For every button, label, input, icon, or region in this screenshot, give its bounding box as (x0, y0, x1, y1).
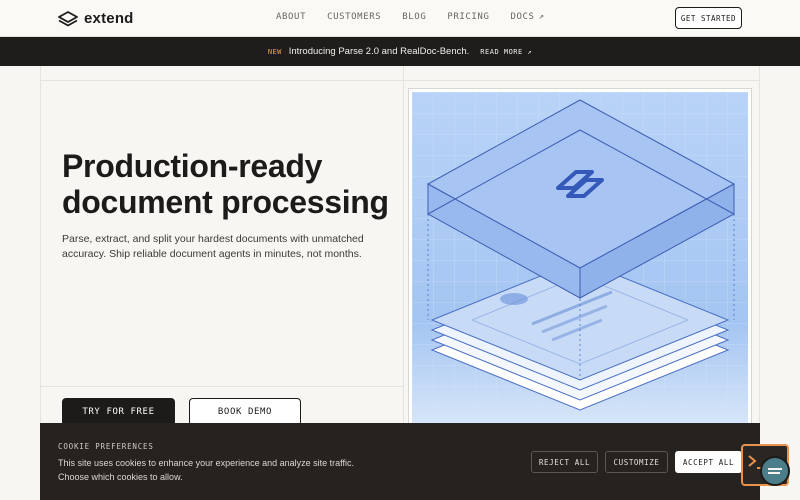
hero-title: Production-ready document processing (62, 148, 402, 220)
cookie-title: COOKIE PREFERENCES (58, 442, 154, 451)
announcement-message: Introducing Parse 2.0 and RealDoc-Bench. (288, 46, 470, 57)
site-header: extend ABOUT CUSTOMERS BLOG PRICING DOCS… (0, 0, 800, 37)
logo-layers-icon (58, 10, 78, 26)
nav-item-blog[interactable]: BLOG (402, 12, 426, 22)
main-nav: ABOUT CUSTOMERS BLOG PRICING DOCS ↗ (276, 12, 566, 22)
cookie-banner: COOKIE PREFERENCES This site uses cookie… (40, 423, 760, 500)
frame-line-bottom (40, 386, 403, 387)
reject-all-button[interactable]: REJECT ALL (531, 451, 598, 473)
frame-line-right (759, 66, 760, 426)
avatar-glyph (768, 468, 782, 474)
book-demo-button[interactable]: BOOK DEMO (189, 398, 301, 426)
nav-item-docs-label: DOCS (510, 12, 535, 22)
nav-item-customers[interactable]: CUSTOMERS (327, 12, 381, 22)
frame-line-center (403, 66, 404, 426)
brand-name: extend (84, 10, 134, 27)
frame-line-top (40, 80, 760, 81)
announcement-bar: NEW Introducing Parse 2.0 and RealDoc-Be… (0, 37, 800, 66)
read-more-link[interactable]: READ MORE ↗ (480, 48, 532, 56)
nav-item-about[interactable]: ABOUT (276, 12, 306, 22)
chat-avatar-icon[interactable] (760, 456, 790, 486)
frame-line-left (40, 66, 41, 426)
nav-item-pricing[interactable]: PRICING (447, 12, 489, 22)
try-for-free-button[interactable]: TRY FOR FREE (62, 398, 175, 426)
hero-title-line1: Production-ready (62, 148, 323, 184)
external-arrow-icon: ↗ (538, 12, 545, 22)
customize-button[interactable]: CUSTOMIZE (605, 451, 668, 473)
nav-item-docs[interactable]: DOCS ↗ (510, 12, 544, 22)
hero-illustration (408, 88, 752, 428)
accept-all-button[interactable]: ACCEPT ALL (675, 451, 742, 473)
get-started-button[interactable]: GET STARTED (675, 7, 742, 29)
cookie-description: This site uses cookies to enhance your e… (58, 458, 354, 482)
hero-subtitle: Parse, extract, and split your hardest d… (62, 233, 364, 260)
new-badge: NEW (267, 47, 282, 56)
layered-documents-graphic (412, 92, 748, 424)
hero-title-line2: document processing (62, 184, 389, 220)
brand-logo[interactable]: extend (58, 10, 134, 27)
